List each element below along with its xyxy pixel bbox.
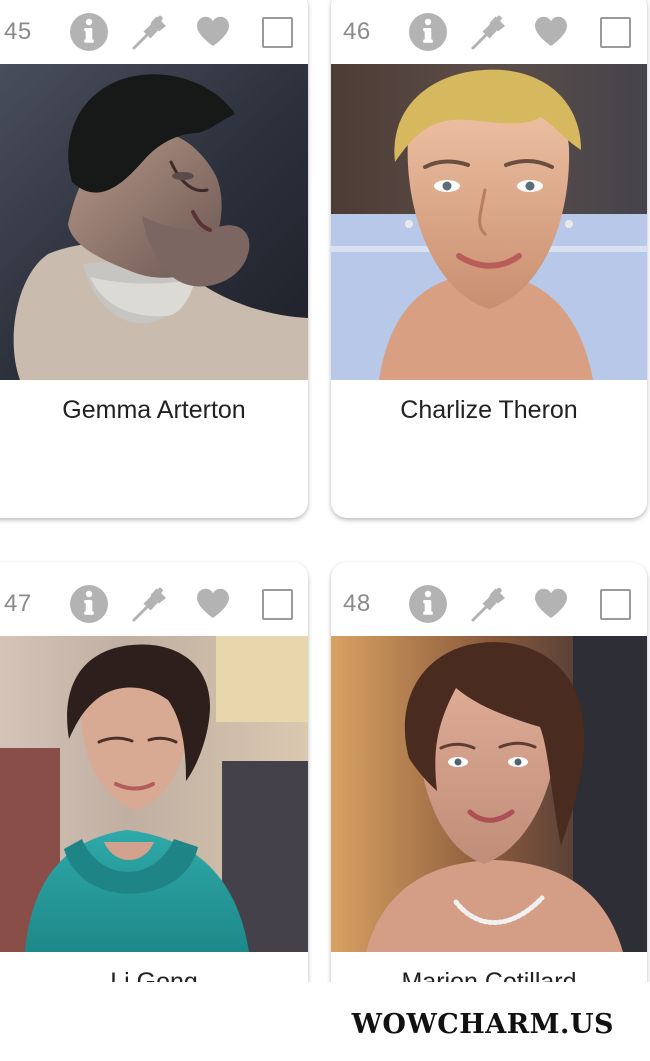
celebrity-grid: 45 Gemma Arterton 46 Charlize Theron 47 … [0, 0, 650, 982]
info-icon[interactable] [408, 584, 448, 624]
rank-number: 48 [343, 590, 371, 617]
screenshot-page: 45 Gemma Arterton 46 Charlize Theron 47 … [0, 0, 650, 1061]
rank-number: 45 [4, 18, 32, 45]
celebrity-card[interactable]: 47 Li Gong [0, 562, 308, 982]
rank-number: 47 [4, 590, 32, 617]
celebrity-name[interactable]: Marion Cotillard [331, 967, 647, 982]
heart-icon[interactable] [531, 584, 571, 624]
select-checkbox[interactable] [595, 12, 635, 52]
checkbox[interactable] [261, 588, 293, 620]
celebrity-photo [0, 636, 308, 952]
pin-icon[interactable] [469, 12, 509, 52]
celebrity-name[interactable]: Gemma Arterton [0, 395, 308, 425]
celebrity-card[interactable]: 46 Charlize Theron [331, 0, 647, 518]
heart-icon[interactable] [193, 584, 233, 624]
checkbox[interactable] [599, 588, 631, 620]
celebrity-photo [331, 64, 647, 380]
card-toolbar: 48 [331, 562, 647, 636]
celebrity-name[interactable]: Charlize Theron [331, 395, 647, 425]
celebrity-card[interactable]: 45 Gemma Arterton [0, 0, 308, 518]
card-toolbar: 45 [0, 0, 308, 64]
info-icon[interactable] [408, 12, 448, 52]
select-checkbox[interactable] [257, 584, 297, 624]
celebrity-card[interactable]: 48 Marion Cotillard [331, 562, 647, 982]
pin-icon[interactable] [469, 584, 509, 624]
celebrity-photo [0, 64, 308, 380]
watermark-text: WOWCHARM.US [351, 1009, 614, 1040]
checkbox[interactable] [599, 16, 631, 48]
info-icon[interactable] [69, 584, 109, 624]
heart-icon[interactable] [531, 12, 571, 52]
rank-number: 46 [343, 18, 371, 45]
pin-icon[interactable] [130, 584, 170, 624]
info-icon[interactable] [69, 12, 109, 52]
select-checkbox[interactable] [595, 584, 635, 624]
heart-icon[interactable] [193, 12, 233, 52]
checkbox[interactable] [261, 16, 293, 48]
card-toolbar: 46 [331, 0, 647, 64]
pin-icon[interactable] [130, 12, 170, 52]
select-checkbox[interactable] [257, 12, 297, 52]
card-toolbar: 47 [0, 562, 308, 636]
celebrity-name[interactable]: Li Gong [0, 967, 308, 982]
celebrity-photo [331, 636, 647, 952]
